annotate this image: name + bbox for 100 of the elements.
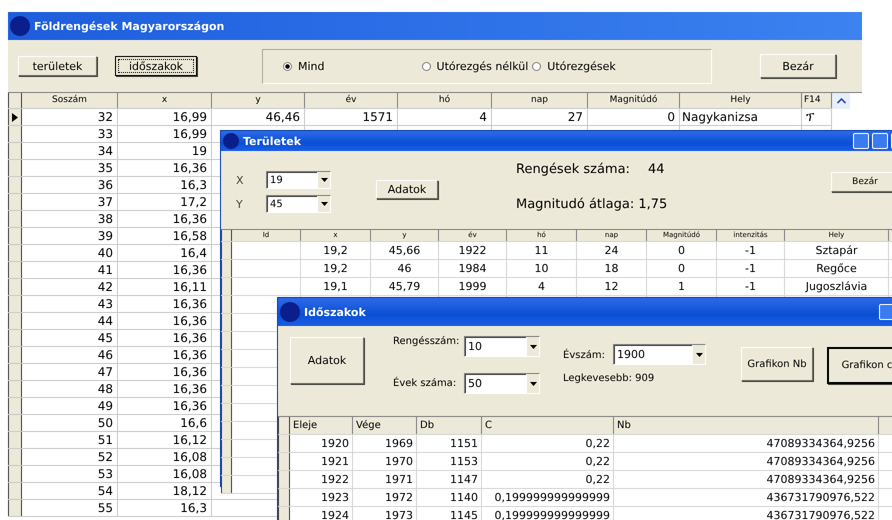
table-cell: 1924 [290,507,353,520]
row-selector[interactable] [8,109,22,125]
table-cell: 16,36 [118,160,212,176]
row-selector[interactable] [8,466,22,482]
table-cell: 0,22 [482,471,614,488]
chart-button[interactable]: Grafikon c [827,347,892,384]
row-selector[interactable] [221,350,232,367]
table-cell: 18 [577,260,647,277]
row-selector[interactable] [221,458,232,475]
table-cell: 16,6 [118,415,212,431]
row-selector[interactable] [8,126,22,142]
column-header: év [305,93,398,108]
column-header: Db [417,417,482,434]
column-header: Soszám [22,93,118,108]
table-cell: 16,36 [118,313,212,329]
row-selector[interactable] [8,381,22,397]
table-cell: 4 [507,278,577,295]
row-selector[interactable] [221,404,232,421]
radio-option[interactable]: Mind [283,60,325,72]
column-header: y [212,93,305,108]
row-selector[interactable] [221,332,232,349]
radio-option[interactable]: Utórezgés nélkül [422,60,528,72]
row-selector[interactable] [8,245,22,261]
table-cell: 45 [22,330,118,346]
row-selector[interactable] [8,313,22,329]
row-selector[interactable] [221,476,232,493]
table-cell: 33 [22,126,118,142]
field-label: Évszám: [563,348,606,361]
row-selector[interactable] [8,483,22,499]
table-cell: 16,4 [118,245,212,261]
data-button[interactable]: Adatok [376,180,438,199]
row-selector[interactable] [8,296,22,312]
table-cell: 16,36 [118,330,212,346]
row-selector[interactable] [278,507,290,520]
row-selector[interactable] [8,364,22,380]
toolbar-button[interactable]: időszakok [115,56,197,76]
maximize-button[interactable] [872,133,888,149]
table-cell: 16,99 [118,109,212,125]
row-selector[interactable] [8,415,22,431]
row-selector[interactable] [278,489,290,506]
row-selector[interactable] [221,260,232,277]
table-cell: 47 [22,364,118,380]
table-cell: 42 [22,279,118,295]
row-selector[interactable] [8,398,22,414]
table-cell: 24 [577,242,647,259]
close-button[interactable]: Bezár [760,54,836,78]
row-selector[interactable] [221,422,232,439]
dropdown-field[interactable]: 10 [464,336,540,357]
dropdown-field[interactable]: 50 [464,373,540,394]
data-button[interactable]: Adatok [290,337,364,384]
column-header: nap [492,93,588,108]
table-cell: 34 [22,143,118,159]
row-selector[interactable] [8,500,22,516]
row-selector[interactable] [221,296,232,313]
table-cell: 0,22 [482,435,614,452]
table-cell: 1969 [353,435,417,452]
table-cell: 16,36 [118,296,212,312]
table-cell: 16,11 [118,279,212,295]
row-selector[interactable] [8,330,22,346]
scroll-up-button[interactable] [832,93,850,109]
dropdown-field[interactable]: 19 [266,171,331,189]
dropdown-field[interactable]: 1900 [613,344,706,365]
row-selector[interactable] [8,228,22,244]
row-selector[interactable] [8,160,22,176]
minimize-button[interactable] [879,304,892,320]
row-selector[interactable] [8,194,22,210]
table-cell: 27 [492,109,588,125]
row-selector[interactable] [221,314,232,331]
chart-button[interactable]: Grafikon Nb [741,347,813,381]
app-icon [280,302,300,322]
table-cell: 0 [647,242,717,259]
current-row-icon [12,112,18,122]
table-cell: 19 [118,143,212,159]
row-selector[interactable] [8,432,22,448]
row-selector[interactable] [221,278,232,295]
row-selector[interactable] [8,347,22,363]
row-selector[interactable] [8,177,22,193]
table-cell: 1922 [439,242,507,259]
row-selector[interactable] [8,449,22,465]
table-cell: 0,199999999999999 [482,507,614,520]
table-cell: 16,36 [118,398,212,414]
row-selector[interactable] [8,211,22,227]
close-button[interactable]: Bezár [831,172,892,192]
dropdown-field[interactable]: 45 [266,195,331,213]
row-selector[interactable] [8,143,22,159]
row-selector[interactable] [221,386,232,403]
minimize-button[interactable] [853,133,869,149]
row-selector[interactable] [8,279,22,295]
row-selector[interactable] [221,368,232,385]
table-cell: 19,2 [301,242,371,259]
table-cell: 16,3 [118,500,212,516]
table-cell: 16,58 [118,228,212,244]
row-selector[interactable] [278,435,290,452]
row-selector[interactable] [278,471,290,488]
row-selector[interactable] [278,453,290,470]
row-selector[interactable] [8,262,22,278]
radio-option[interactable]: Utórezgések [532,60,616,72]
row-selector[interactable] [221,440,232,457]
row-selector[interactable] [221,242,232,259]
toolbar-button[interactable]: területek [18,56,97,76]
